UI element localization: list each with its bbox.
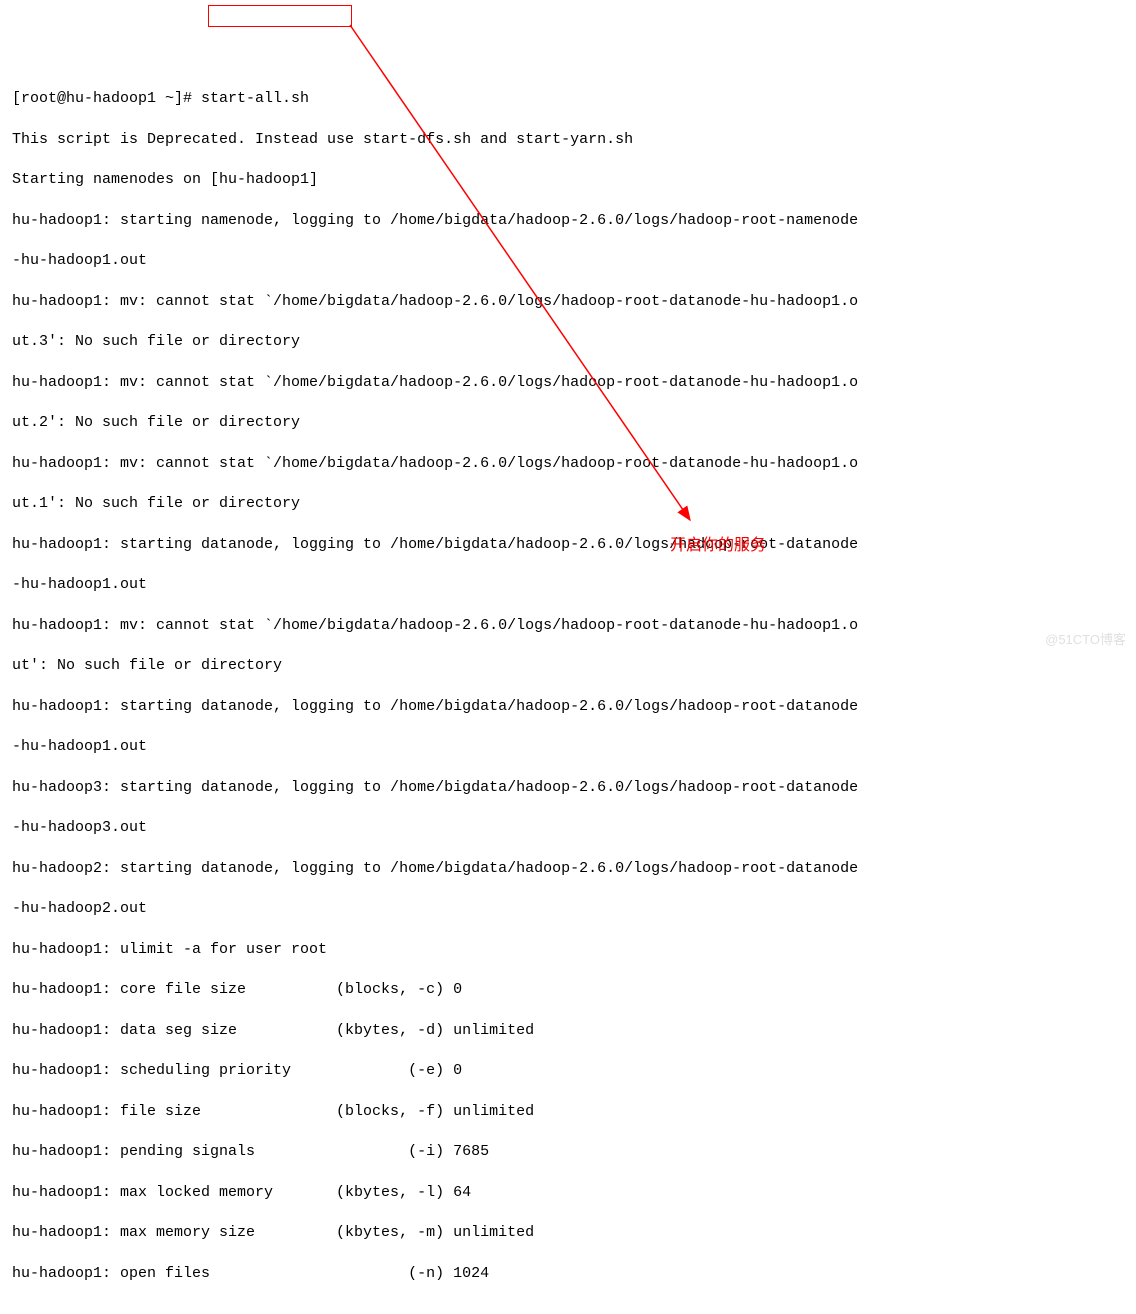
- terminal-output-line: hu-hadoop1: file size (blocks, -f) unlim…: [12, 1102, 1124, 1122]
- terminal-output-line: hu-hadoop1: ulimit -a for user root: [12, 940, 1124, 960]
- annotation-label: 开启你的服务: [670, 535, 766, 557]
- terminal-output-line: hu-hadoop1: starting datanode, logging t…: [12, 697, 1124, 717]
- terminal-output-line: hu-hadoop1: mv: cannot stat `/home/bigda…: [12, 616, 1124, 636]
- terminal-output-line: -hu-hadoop2.out: [12, 899, 1124, 919]
- terminal-output-line: -hu-hadoop1.out: [12, 575, 1124, 595]
- terminal-output-line: hu-hadoop1: mv: cannot stat `/home/bigda…: [12, 454, 1124, 474]
- terminal-output-line: ut.2': No such file or directory: [12, 413, 1124, 433]
- terminal-output-line: ut.3': No such file or directory: [12, 332, 1124, 352]
- terminal-output-line: -hu-hadoop3.out: [12, 818, 1124, 838]
- terminal-output-line: This script is Deprecated. Instead use s…: [12, 130, 1124, 150]
- command-highlight-box: [208, 5, 352, 27]
- terminal-output-line: hu-hadoop1: mv: cannot stat `/home/bigda…: [12, 373, 1124, 393]
- terminal-output-line: Starting namenodes on [hu-hadoop1]: [12, 170, 1124, 190]
- terminal-output-line: hu-hadoop2: starting datanode, logging t…: [12, 859, 1124, 879]
- terminal-output-line: ut.1': No such file or directory: [12, 494, 1124, 514]
- terminal-output-line: hu-hadoop1: scheduling priority (-e) 0: [12, 1061, 1124, 1081]
- terminal-output-line: hu-hadoop1: max memory size (kbytes, -m)…: [12, 1223, 1124, 1243]
- terminal-prompt-line: [root@hu-hadoop1 ~]# start-all.sh: [12, 89, 1124, 109]
- terminal-output-line: hu-hadoop1: pending signals (-i) 7685: [12, 1142, 1124, 1162]
- terminal-output-line: hu-hadoop3: starting datanode, logging t…: [12, 778, 1124, 798]
- terminal-output-line: hu-hadoop1: mv: cannot stat `/home/bigda…: [12, 292, 1124, 312]
- terminal-output-line: hu-hadoop1: max locked memory (kbytes, -…: [12, 1183, 1124, 1203]
- terminal-output-line: -hu-hadoop1.out: [12, 251, 1124, 271]
- terminal-output-line: hu-hadoop1: starting datanode, logging t…: [12, 535, 1124, 555]
- typed-command: start-all.sh: [201, 90, 309, 107]
- terminal-output-line: hu-hadoop1: open files (-n) 1024: [12, 1264, 1124, 1284]
- terminal-output-line: hu-hadoop1: starting namenode, logging t…: [12, 211, 1124, 231]
- watermark-text: @51CTO博客: [1045, 631, 1126, 649]
- terminal-output-line: hu-hadoop1: core file size (blocks, -c) …: [12, 980, 1124, 1000]
- shell-prompt: [root@hu-hadoop1 ~]#: [12, 90, 201, 107]
- terminal-output-line: hu-hadoop1: data seg size (kbytes, -d) u…: [12, 1021, 1124, 1041]
- terminal-output-line: -hu-hadoop1.out: [12, 737, 1124, 757]
- terminal-output-line: ut': No such file or directory: [12, 656, 1124, 676]
